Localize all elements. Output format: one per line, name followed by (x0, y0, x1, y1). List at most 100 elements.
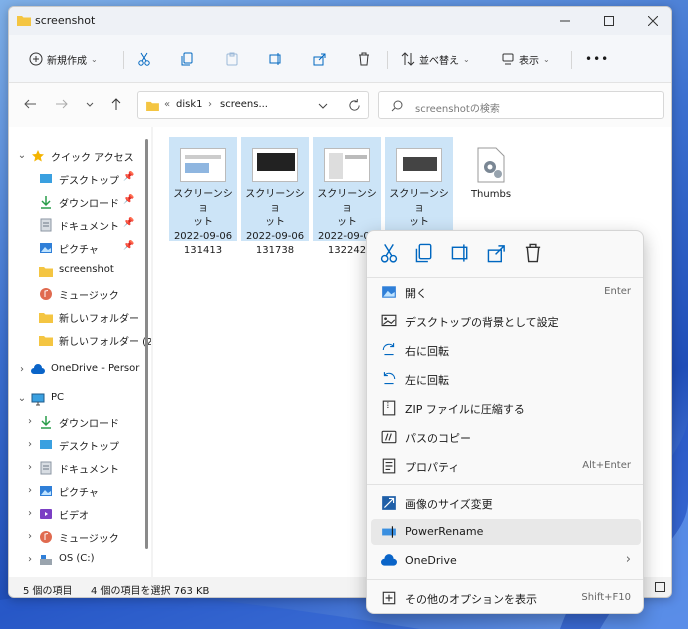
picture-icon (382, 286, 396, 298)
trash-icon[interactable] (523, 243, 543, 263)
sidebar-label: ダウンロード (59, 419, 119, 430)
back-arrow-icon[interactable] (23, 97, 37, 111)
chevron-right-icon[interactable]: › (17, 364, 27, 375)
tile-view-icon[interactable] (655, 582, 665, 592)
copy-icon[interactable] (415, 243, 435, 263)
more-button[interactable]: ••• (585, 47, 609, 71)
rename-button[interactable] (269, 47, 283, 71)
menu-item-onedrive[interactable]: OneDrive › (371, 548, 641, 574)
file-item[interactable]: Thumbs (457, 137, 525, 241)
search-input[interactable]: screenshotの検索 (378, 91, 664, 119)
chevron-right-icon[interactable]: › (25, 508, 35, 519)
file-item[interactable]: スクリーンショ ット 2022-09-06 141750 (385, 137, 453, 256)
close-button[interactable] (633, 7, 671, 35)
sidebar-item-pc-pictures[interactable]: › ピクチャ (9, 480, 151, 502)
sidebar-item-pc[interactable]: ⌄ PC (9, 388, 151, 410)
sidebar-item-screenshot[interactable]: screenshot (9, 260, 151, 282)
share-button[interactable] (313, 47, 327, 71)
sidebar-item-pc-os-drive[interactable]: › OS (C:) (9, 549, 151, 571)
file-item[interactable]: スクリーンショ ット 2022-09-06 131413 (169, 137, 237, 256)
paste-button[interactable] (225, 47, 239, 71)
properties-icon (382, 458, 396, 474)
share-icon[interactable] (487, 243, 507, 263)
menu-item-resize-image[interactable]: 画像のサイズ変更 (371, 490, 641, 516)
sidebar-item-pc-desktop[interactable]: › デスクトップ (9, 434, 151, 456)
computer-icon (31, 393, 45, 406)
sidebar-label: ビデオ (59, 511, 89, 522)
copy-button[interactable] (181, 47, 195, 71)
minimize-icon (560, 20, 570, 22)
file-name: 131738 (255, 245, 295, 256)
menu-item-properties[interactable]: プロパティ Alt+Enter (371, 453, 641, 479)
picture-icon (40, 486, 52, 496)
view-label: 表示 (519, 55, 539, 67)
chevron-right-icon[interactable]: › (25, 554, 35, 565)
settings-file-icon (477, 147, 505, 183)
pin-icon: 📌 (123, 241, 135, 251)
cloud-icon (31, 364, 45, 374)
sidebar-item-new-folder[interactable]: 新しいフォルダー (9, 306, 151, 328)
sidebar-item-pc-downloads[interactable]: › ダウンロード (9, 411, 151, 433)
new-label: 新規作成 (47, 55, 87, 67)
menu-item-powerrename[interactable]: PowerRename (371, 519, 641, 545)
new-button[interactable]: 新規作成 ⌄ (29, 47, 98, 71)
toolbar-divider (571, 51, 572, 69)
breadcrumb-screenshot[interactable]: screens... (220, 99, 268, 110)
rename-icon[interactable] (451, 243, 471, 263)
menu-item-rotate-right[interactable]: 右に回転 (371, 337, 641, 363)
menu-shortcut: Alt+Enter (582, 460, 631, 471)
address-overflow[interactable]: « (164, 99, 170, 110)
sidebar-item-documents[interactable]: ドキュメント 📌 (9, 214, 151, 236)
menu-item-set-wallpaper[interactable]: デスクトップの背景として設定 (371, 308, 641, 334)
menu-label: 左に回転 (405, 374, 449, 387)
up-arrow-icon[interactable] (109, 97, 123, 111)
chevron-right-icon[interactable]: › (25, 462, 35, 473)
chevron-down-icon[interactable]: ⌄ (17, 150, 27, 161)
sidebar-item-pictures[interactable]: ピクチャ 📌 (9, 237, 151, 259)
sidebar-item-onedrive[interactable]: › OneDrive - Persor (9, 359, 151, 381)
sidebar-item-pc-videos[interactable]: › ビデオ (9, 503, 151, 525)
cut-button[interactable] (137, 47, 151, 71)
chevron-down-icon[interactable]: ⌄ (17, 393, 27, 404)
video-icon (40, 509, 52, 519)
menu-item-open[interactable]: 開く Enter (371, 279, 641, 305)
sidebar-item-quick-access[interactable]: ⌄ クイック アクセス (9, 145, 151, 167)
sidebar-label: ミュージック (59, 534, 119, 545)
menu-item-compress-zip[interactable]: ZIP ファイルに圧縮する (371, 395, 641, 421)
navigation-pane: ⌄ クイック アクセス デスクトップ 📌 ダウンロード 📌 ドキュメント 📌 ピ… (9, 127, 151, 577)
chevron-down-icon[interactable] (318, 101, 328, 111)
menu-label: 右に回転 (405, 345, 449, 358)
chevron-right-icon[interactable]: › (25, 485, 35, 496)
maximize-button[interactable] (589, 7, 629, 35)
sidebar-item-pc-music[interactable]: › ミュージック (9, 526, 151, 548)
sidebar-label: デスクトップ (59, 442, 119, 453)
drive-icon (40, 555, 52, 565)
copy-icon (181, 52, 193, 66)
chevron-right-icon[interactable]: › (25, 531, 35, 542)
menu-item-more-options[interactable]: その他のオプションを表示 Shift+F10 (371, 585, 641, 611)
menu-item-rotate-left[interactable]: 左に回転 (371, 366, 641, 392)
menu-item-copy-path[interactable]: パスのコピー (371, 424, 641, 450)
recent-chevron-icon[interactable] (85, 97, 95, 111)
view-button[interactable]: 表示 ⌄ (501, 47, 550, 71)
sidebar-item-downloads[interactable]: ダウンロード 📌 (9, 191, 151, 213)
file-item[interactable]: スクリーンショ ット 2022-09-06 132242 (313, 137, 381, 256)
scissors-icon[interactable] (379, 243, 399, 263)
file-item[interactable]: スクリーンショ ット 2022-09-06 131738 (241, 137, 309, 256)
chevron-right-icon[interactable]: › (25, 439, 35, 450)
address-field[interactable]: « disk1 › screens... (137, 91, 369, 119)
sidebar-item-new-folder-2[interactable]: 新しいフォルダー (2 (9, 329, 151, 351)
chevron-right-icon[interactable]: › (25, 416, 35, 427)
sidebar-scrollbar[interactable] (145, 139, 148, 549)
image-thumbnail (180, 148, 226, 182)
image-thumbnail (396, 148, 442, 182)
sidebar-item-desktop[interactable]: デスクトップ 📌 (9, 168, 151, 190)
breadcrumb-disk1[interactable]: disk1 (176, 99, 203, 110)
forward-arrow-icon[interactable] (55, 97, 69, 111)
delete-button[interactable] (357, 47, 371, 71)
minimize-button[interactable] (545, 7, 585, 35)
sidebar-item-music[interactable]: ミュージック (9, 283, 151, 305)
sort-button[interactable]: 並べ替え ⌄ (401, 47, 470, 71)
refresh-icon[interactable] (348, 99, 361, 112)
sidebar-item-pc-documents[interactable]: › ドキュメント (9, 457, 151, 479)
